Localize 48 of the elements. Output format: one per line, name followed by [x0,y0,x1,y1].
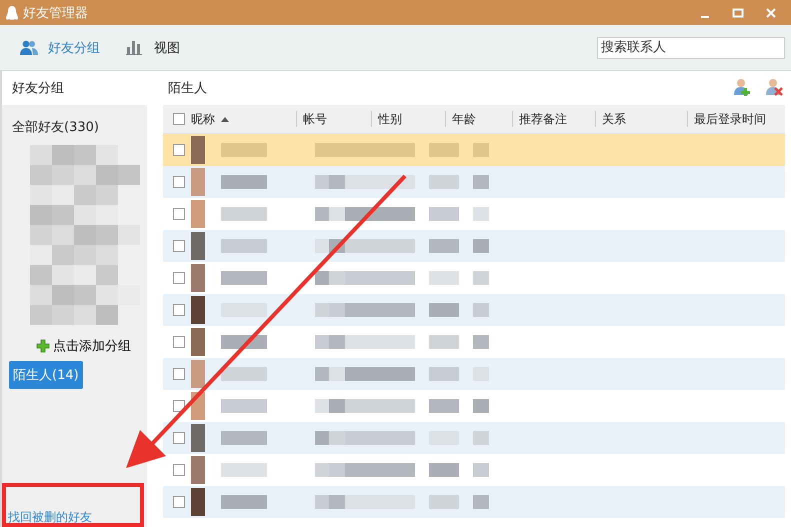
row-checkbox[interactable] [173,464,185,476]
plus-icon [36,339,50,353]
row-checkbox[interactable] [173,208,185,220]
table-row[interactable] [163,134,785,166]
table-row[interactable] [163,166,785,198]
add-contact-button[interactable] [733,78,751,98]
row-checkbox[interactable] [173,176,185,188]
table-row[interactable] [163,486,785,518]
close-icon [765,6,777,18]
column-header[interactable]: 推荐备注 [519,110,567,128]
column-header[interactable]: 昵称 [191,110,229,128]
row-checkbox[interactable] [173,304,185,316]
row-checkbox[interactable] [173,368,185,380]
table-row[interactable] [163,294,785,326]
list-heading: 陌生人 [168,80,207,97]
minimize-icon [701,16,709,18]
add-person-icon [733,78,751,96]
table-row[interactable] [163,358,785,390]
column-header[interactable]: 帐号 [303,110,327,128]
sort-ascending-icon [221,116,229,122]
toolbar-tab[interactable]: 好友分组 [18,34,102,60]
search-field[interactable]: 搜索联系人 [597,36,785,58]
maximize-icon [732,6,744,18]
penguin-icon [6,4,18,20]
toolbar-tab[interactable]: 视图 [124,34,182,60]
window-title: 好友管理器 [23,4,88,22]
row-checkbox[interactable] [173,144,185,156]
group-item[interactable]: 全部好友(330) [9,115,102,139]
bar-chart-icon [126,39,144,56]
table-row[interactable] [163,422,785,454]
table-row[interactable] [163,230,785,262]
row-checkbox[interactable] [173,496,185,508]
row-checkbox[interactable] [173,336,185,348]
remove-person-icon [765,78,783,96]
row-checkbox[interactable] [173,240,185,252]
add-group-button[interactable]: 点击添加分组 [34,335,147,357]
row-checkbox[interactable] [173,272,185,284]
sidebar-heading: 好友分组 [2,71,147,105]
select-all-checkbox[interactable] [173,113,185,125]
row-checkbox[interactable] [173,400,185,412]
column-header[interactable]: 最后登录时间 [694,110,766,128]
group-item[interactable]: 陌生人(14) [9,361,83,389]
column-header[interactable]: 关系 [602,110,626,128]
people-icon [20,39,38,56]
column-header[interactable]: 年龄 [452,110,476,128]
row-checkbox[interactable] [173,432,185,444]
remove-contact-button[interactable] [765,78,783,98]
column-header[interactable]: 性别 [378,110,402,128]
